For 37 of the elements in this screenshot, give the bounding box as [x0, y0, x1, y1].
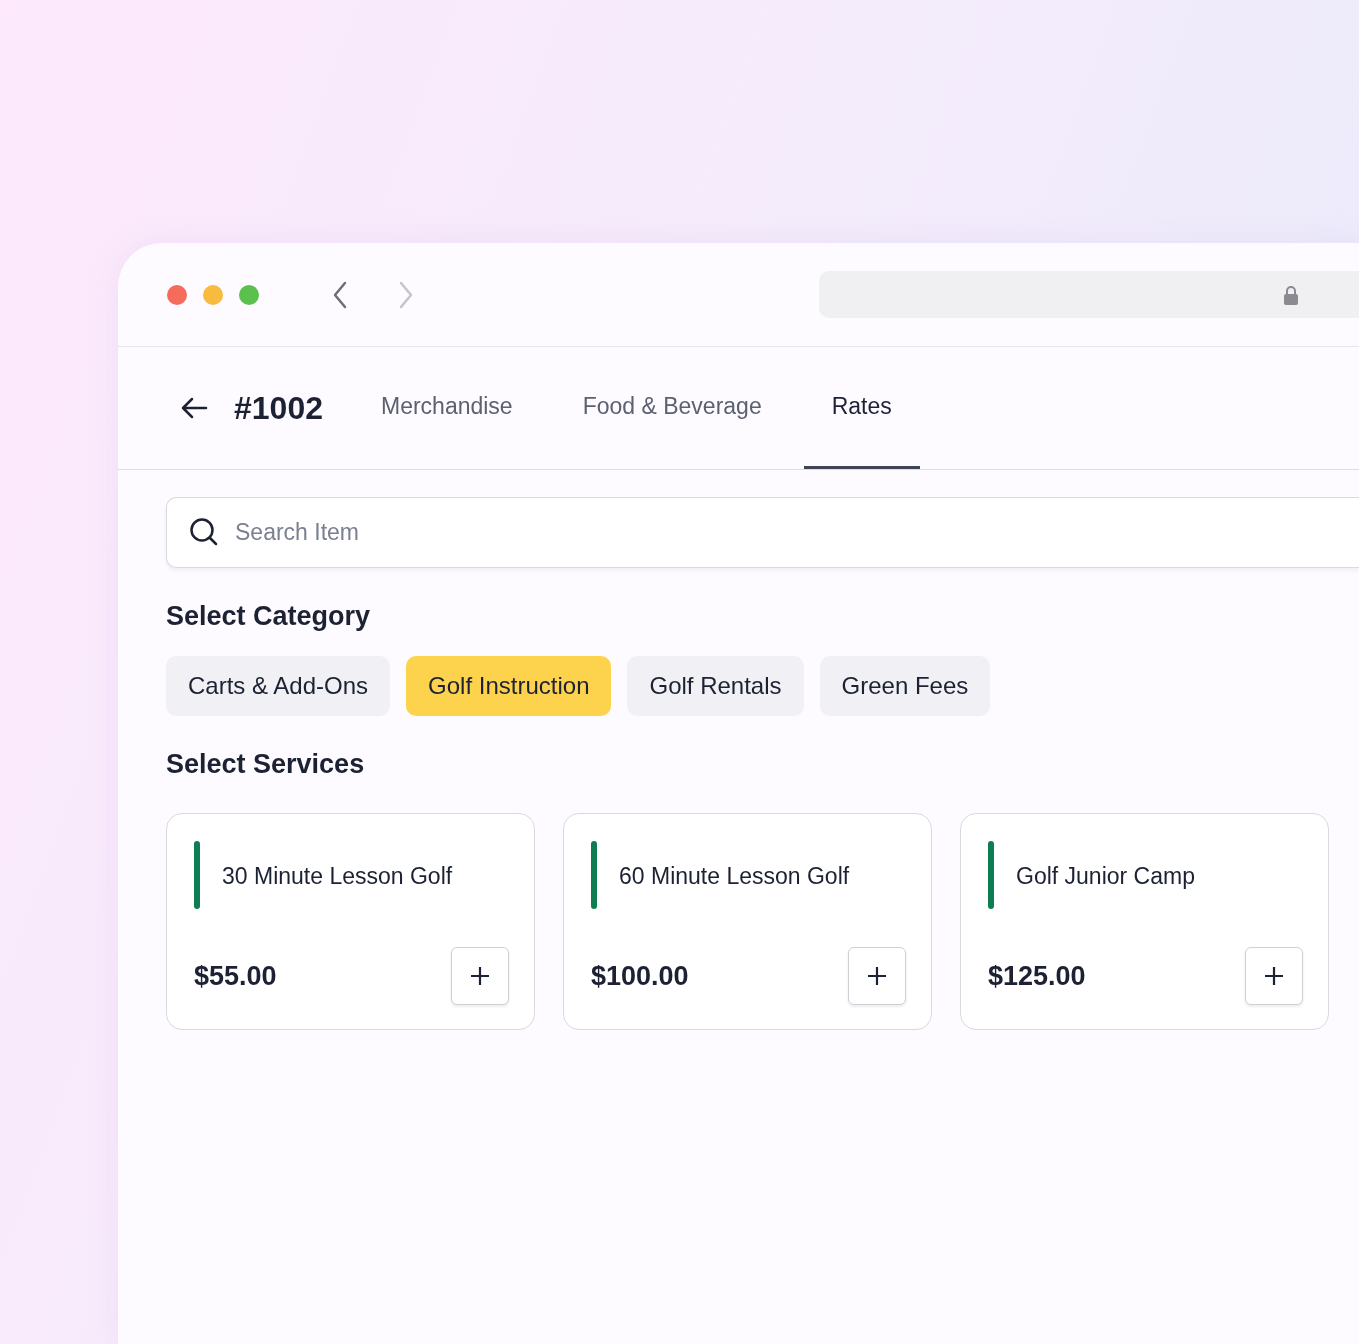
service-price: $100.00	[591, 959, 689, 993]
add-button[interactable]	[451, 946, 509, 1005]
plus-icon	[867, 965, 887, 986]
accent-bar	[988, 840, 994, 909]
category-chip[interactable]: Green Fees	[819, 656, 991, 717]
section-heading: Select Services	[166, 748, 366, 781]
back-chevron-icon[interactable]	[331, 280, 349, 309]
service-price: $125.00	[988, 959, 1086, 993]
accent-bar	[591, 840, 597, 909]
service-card[interactable]: 60 Minute Lesson Golf $100.00	[563, 812, 932, 1030]
close-dot[interactable]	[167, 284, 187, 305]
tab[interactable]: Rates	[803, 347, 920, 469]
tab[interactable]: Merchandise	[353, 347, 541, 469]
accent-bar	[194, 840, 200, 909]
category-chip[interactable]: Golf Rentals	[627, 656, 804, 717]
category-chip[interactable]: Golf Instruction	[406, 656, 612, 717]
service-card[interactable]: 30 Minute Lesson Golf $55.00	[166, 812, 535, 1030]
service-card[interactable]: Golf Junior Camp $125.00	[960, 812, 1329, 1030]
plus-icon	[1264, 965, 1284, 986]
category-chip[interactable]: Carts & Add-Ons	[166, 656, 391, 717]
minimize-dot[interactable]	[203, 284, 223, 305]
section-heading: Select Category	[166, 600, 372, 633]
maximize-dot[interactable]	[239, 284, 259, 305]
search-icon	[189, 517, 219, 547]
add-button[interactable]	[848, 946, 906, 1005]
tab[interactable]: Food & Beverage	[554, 347, 790, 469]
service-name: Golf Junior Camp	[1016, 861, 1195, 891]
search-field[interactable]: Search Item	[166, 497, 1359, 568]
address-bar[interactable]	[819, 271, 1359, 318]
plus-icon	[470, 965, 490, 986]
add-button[interactable]	[1245, 946, 1303, 1005]
back-arrow-icon[interactable]	[180, 397, 208, 419]
service-price: $55.00	[194, 959, 277, 993]
lock-icon	[1283, 284, 1299, 305]
service-name: 30 Minute Lesson Golf	[222, 861, 453, 891]
order-number: #1002	[234, 389, 323, 428]
service-name: 60 Minute Lesson Golf	[619, 861, 850, 891]
